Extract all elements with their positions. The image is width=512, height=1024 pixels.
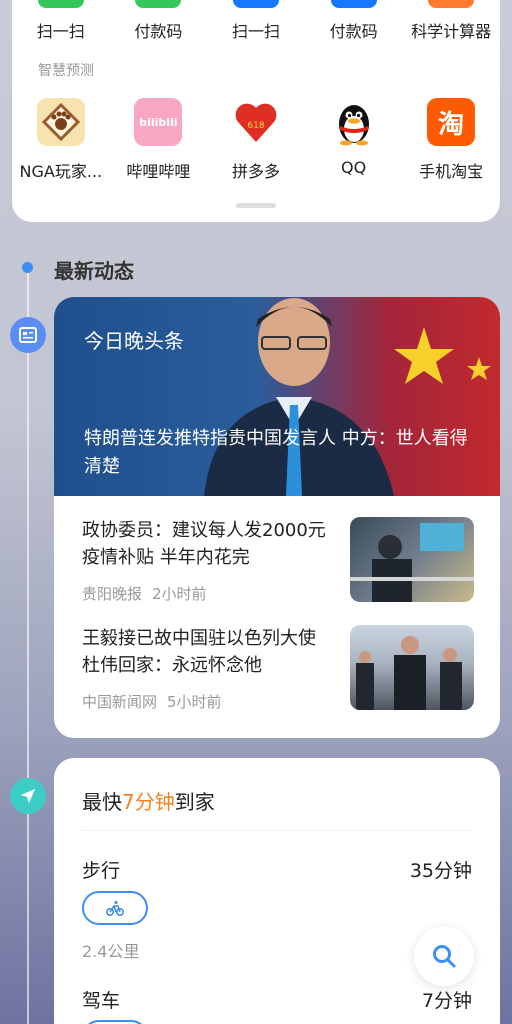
- search-button[interactable]: [414, 926, 474, 986]
- news-item[interactable]: 王毅接已故中国驻以色列大使杜伟回家：永远怀念他 中国新闻网 5小时前: [82, 625, 474, 715]
- pinduoduo-icon-text: 618: [247, 121, 264, 131]
- news-item-thumbnail: [350, 517, 474, 602]
- app-bilibili[interactable]: bilibili 哔哩哔哩: [110, 98, 208, 182]
- quick-action-alipay-pay[interactable]: 付款码: [305, 0, 403, 42]
- green-app-icon: [37, 0, 84, 8]
- app-label: NGA玩家...: [19, 162, 103, 181]
- app-label: QQ: [340, 158, 367, 177]
- hero-headline: 特朗普连发推特指责中国发言人 中方：世人看得清楚: [84, 428, 468, 477]
- news-item-title: 政协委员：建议每人发2000元疫情补贴 半年内花完: [82, 520, 326, 568]
- alipay-icon: [232, 0, 279, 8]
- news-item-source: 贵阳晚报: [82, 585, 143, 603]
- news-card: 今日晚头条 特朗普连发推特指责中国发言人 中方：世人看得清楚 政协委员：建议每人…: [54, 297, 500, 738]
- timeline-line: [27, 270, 29, 1024]
- app-pinduoduo[interactable]: 618 拼多多: [207, 98, 305, 182]
- calculator-icon: [428, 0, 475, 8]
- app-qq[interactable]: QQ: [305, 98, 403, 182]
- news-hero[interactable]: 今日晚头条 特朗普连发推特指责中国发言人 中方：世人看得清楚: [54, 297, 500, 496]
- quick-action-label: 付款码: [134, 22, 183, 41]
- quick-actions-row: 扫一扫 付款码 扫一扫 付款码 科学计算器: [12, 0, 500, 42]
- mode-row-walk: 步行 35分钟: [82, 856, 472, 883]
- bike-icon: [106, 900, 124, 916]
- quick-action-label: 付款码: [329, 22, 378, 41]
- app-label: 手机淘宝: [419, 162, 484, 181]
- news-item-title: 王毅接已故中国驻以色列大使杜伟回家：永远怀念他: [82, 628, 316, 676]
- app-label: 拼多多: [231, 162, 280, 181]
- quick-action-wechat-scan[interactable]: 扫一扫: [12, 0, 110, 42]
- navigation-icon: [10, 778, 46, 814]
- divider: [82, 830, 472, 831]
- qq-penguin-icon: [329, 98, 378, 146]
- search-icon: [433, 945, 456, 968]
- news-item-time: 5小时前: [167, 693, 222, 711]
- app-nga[interactable]: NGA玩家...: [12, 98, 110, 182]
- flag-stars-decoration: [394, 327, 491, 384]
- timeline-dot: [22, 262, 33, 273]
- route-mode-button[interactable]: [82, 891, 148, 925]
- mode-row-drive: 驾车 7分钟: [82, 986, 472, 1013]
- bilibili-icon: bilibili: [134, 98, 183, 146]
- alipay-icon: [330, 0, 377, 8]
- mode-distance: 2.4公里: [82, 942, 140, 961]
- route-mode-button[interactable]: [82, 1020, 148, 1024]
- mode-duration: 7分钟: [421, 990, 472, 1012]
- apps-card: 扫一扫 付款码 扫一扫 付款码 科学计算器 智慧预测 NGA玩家... bili…: [12, 0, 500, 222]
- news-item-time: 2小时前: [152, 585, 207, 603]
- news-icon: [10, 317, 46, 353]
- quick-action-label: 科学计算器: [411, 22, 492, 41]
- quick-action-label: 扫一扫: [36, 22, 85, 41]
- commute-headline: 最快7分钟到家: [82, 786, 215, 815]
- nga-icon: [36, 98, 85, 146]
- hero-tag: 今日晚头条: [84, 329, 184, 353]
- quick-action-calculator[interactable]: 科学计算器: [402, 0, 500, 42]
- commute-suffix: 到家: [174, 790, 215, 814]
- quick-action-alipay-scan[interactable]: 扫一扫: [207, 0, 305, 42]
- quick-action-wechat-pay[interactable]: 付款码: [110, 0, 208, 42]
- app-taobao[interactable]: 淘 手机淘宝: [402, 98, 500, 182]
- bilibili-icon-text: bilibili: [139, 115, 178, 129]
- commute-highlight: 7分钟: [122, 790, 175, 814]
- mode-name: 步行: [82, 860, 121, 882]
- news-item-source: 中国新闻网: [82, 693, 158, 711]
- news-item-thumbnail: [350, 625, 474, 710]
- commute-prefix: 最快: [82, 790, 122, 814]
- green-app-icon: [135, 0, 182, 8]
- taobao-icon: 淘: [427, 98, 476, 146]
- pinduoduo-icon: 618: [231, 98, 280, 146]
- taobao-icon-text: 淘: [438, 109, 465, 140]
- news-item[interactable]: 政协委员：建议每人发2000元疫情补贴 半年内花完 贵阳晚报 2小时前: [82, 517, 474, 607]
- mode-duration: 35分钟: [409, 860, 472, 882]
- mode-name: 驾车: [82, 990, 121, 1012]
- quick-action-label: 扫一扫: [231, 22, 280, 41]
- prediction-apps-row: NGA玩家... bilibili 哔哩哔哩 618 拼多多 QQ 淘 手机淘宝: [12, 98, 500, 182]
- app-label: 哔哩哔哩: [126, 162, 191, 181]
- drag-handle[interactable]: [236, 203, 276, 208]
- feed-title: 最新动态: [54, 259, 134, 283]
- prediction-section-label: 智慧预测: [38, 63, 94, 79]
